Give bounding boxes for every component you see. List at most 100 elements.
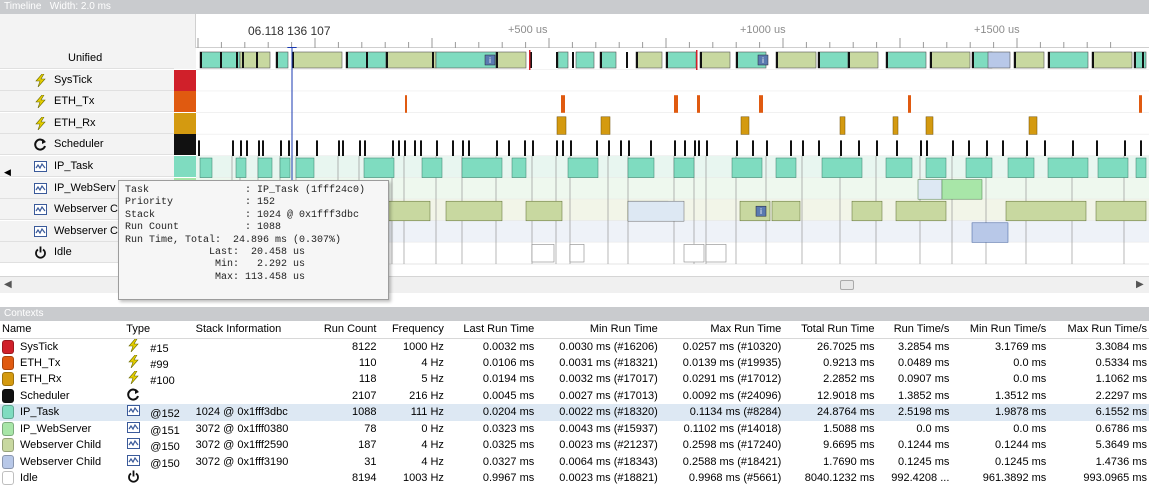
tooltip-line: Max: 113.458 us [125, 271, 306, 283]
context-min-rts: 0.1245 ms [994, 455, 1047, 468]
contexts-header-row: Name Type Stack Information Run Count Freque… [0, 321, 1149, 339]
context-run-count: 118 [358, 373, 377, 386]
ruler-label-500: +500 us [508, 24, 548, 36]
table-row[interactable]: ETH_Rx #100 118 5 Hz 0.0194 ms 0.0032 ms (#17… [0, 370, 1149, 388]
context-max: 0.2598 ms (#17240) [682, 439, 782, 452]
context-type: @152 [150, 408, 180, 421]
context-stack [194, 388, 311, 405]
context-max: 0.9968 ms (#5661) [688, 472, 782, 485]
timeline-ruler[interactable]: 06.118 136 107 +500 us +1000 us +1500 us [0, 14, 1149, 48]
context-name: Scheduler [20, 389, 70, 402]
task-tooltip: Task : IP_Task (1fff24c0) Priority : 152 S… [118, 180, 389, 300]
table-row[interactable]: Scheduler 2107 216 Hz 0.0045 ms 0.0027 ms (#… [0, 388, 1149, 405]
row-color-swatch: ▶ [174, 134, 357, 156]
context-stack: 1024 @ 0x1fff3dbc [193, 404, 311, 421]
row-label[interactable]: IP_Task ◀ [0, 156, 174, 177]
column-header[interactable]: Last Run Time [445, 321, 537, 339]
row-label[interactable]: ETH_Tx [0, 91, 174, 113]
context-max-rts: 0.5334 ms [1095, 356, 1147, 369]
context-run-count: 31 [364, 455, 377, 468]
column-header[interactable]: Type [124, 321, 194, 339]
task-icon [34, 182, 47, 195]
column-header[interactable]: Name [0, 321, 125, 339]
row-label-text: SysTick [54, 73, 93, 86]
context-freq: 1003 Hz [402, 472, 444, 485]
context-stack [194, 355, 311, 372]
context-rts: 0.1244 ms [898, 439, 950, 452]
context-rts: 1.3852 ms [898, 389, 950, 402]
context-min: 0.0030 ms (#16206) [559, 340, 658, 353]
context-min: 0.0027 ms (#17013) [559, 389, 658, 402]
table-row[interactable]: Idle 8194 1003 Hz 0.9967 ms 0.0023 ms (#1882… [0, 470, 1149, 487]
tooltip-line: Run Count : 1088 [125, 222, 282, 234]
context-max: 0.2588 ms (#18421) [682, 455, 782, 468]
context-total: 8040.1232 ms [804, 472, 875, 485]
row-label-text: Unified [68, 52, 103, 64]
context-rts: 0.0907 ms [898, 373, 950, 386]
column-header[interactable]: Run Count [310, 321, 379, 339]
context-freq: 111 Hz [378, 404, 446, 421]
scroll-thumb[interactable] [840, 280, 854, 290]
context-last: 0.9967 ms [482, 472, 535, 485]
context-max: 0.0139 ms (#19935) [682, 356, 782, 369]
context-type-cell: @150 [124, 454, 193, 471]
context-min-rts: 0.0 ms [1013, 422, 1047, 435]
context-max: 0.1102 ms (#14018) [683, 422, 782, 435]
table-row[interactable]: Webserver Child @150 3072 @ 0x1fff3190 31 4 … [0, 454, 1149, 471]
row-label[interactable]: SysTick [0, 69, 174, 91]
column-header[interactable]: Max Run Time/s [1048, 321, 1149, 339]
row-label-text: ETH_Tx [54, 95, 95, 108]
lightning-icon [34, 94, 47, 109]
row-label[interactable]: Scheduler [0, 134, 174, 156]
context-name-cell: Idle [0, 470, 124, 487]
task-icon [34, 203, 47, 216]
column-header[interactable]: Min Run Time [536, 321, 660, 339]
table-row[interactable]: ETH_Tx #99 110 4 Hz 0.0106 ms 0.0031 ms (#183… [0, 354, 1149, 372]
row-color-swatch [174, 91, 196, 113]
context-min-rts: 0.0 ms [1013, 373, 1047, 386]
context-freq: 4 Hz [421, 439, 444, 452]
context-min-rts: 1.9878 ms [951, 404, 1049, 421]
column-header[interactable]: Run Time/s [876, 321, 952, 339]
context-min-rts: 0.1244 ms [994, 439, 1047, 452]
scroll-right-arrow-icon[interactable]: ▶ [1136, 279, 1144, 290]
context-run-count: 2107 [351, 389, 377, 402]
row-label[interactable]: ETH_Rx [0, 112, 174, 134]
column-header[interactable]: Max Run Time [659, 321, 784, 339]
column-header[interactable]: Min Run Time/s [951, 321, 1049, 339]
context-color-swatch [2, 388, 14, 403]
table-row[interactable]: Webserver Child @150 3072 @ 0x1fff2590 187 4… [0, 437, 1149, 454]
table-row[interactable]: IP_Task @152 1024 @ 0x1fff3dbc 1088 111 Hz 0.… [0, 404, 1149, 421]
row-label-text: Idle [54, 246, 72, 259]
column-header[interactable]: Total Run Time [783, 321, 877, 339]
refresh-icon [126, 388, 140, 404]
context-max: 0.0092 ms (#24096) [682, 389, 782, 402]
context-max-rts: 1.1062 ms [1095, 373, 1147, 386]
context-type: #99 [150, 358, 169, 371]
context-freq: 216 Hz [409, 389, 444, 402]
context-min: 0.0032 ms (#17017) [559, 373, 658, 386]
context-total: 1.7690 ms [823, 455, 875, 468]
context-freq: 4 Hz [421, 455, 444, 468]
ruler-label-1000: +1000 us [740, 24, 786, 36]
context-type: @150 [150, 457, 180, 470]
context-min: 0.0064 ms (#18343) [559, 455, 658, 468]
timeline-width-value: 2.0 ms [80, 1, 111, 12]
context-freq: 1000 Hz [402, 340, 444, 353]
table-row[interactable]: SysTick #15 8122 1000 Hz 0.0032 ms 0.0030 ms … [0, 338, 1149, 355]
context-total: 26.7025 ms [817, 340, 875, 353]
lightning-icon [126, 338, 140, 355]
context-total: 24.8764 ms [783, 404, 877, 421]
context-stack: 3072 @ 0x1fff0380 [195, 422, 289, 435]
task-icon [34, 160, 47, 173]
row-label[interactable]: Unified [0, 48, 174, 69]
context-max-rts: 0.6786 ms [1095, 422, 1147, 435]
column-header[interactable]: Stack Information [193, 321, 311, 339]
column-header[interactable]: Frequency [378, 321, 446, 339]
context-max-rts: 6.1552 ms [1048, 404, 1149, 421]
context-total: 9.6695 ms [823, 439, 875, 452]
scroll-left-arrow-icon[interactable]: ◀ [4, 279, 12, 290]
context-name-cell: IP_Task [0, 404, 125, 421]
table-row[interactable]: IP_WebServer @151 3072 @ 0x1fff0380 78 0 Hz 0… [0, 421, 1149, 438]
context-name: Webserver Child [20, 439, 102, 452]
